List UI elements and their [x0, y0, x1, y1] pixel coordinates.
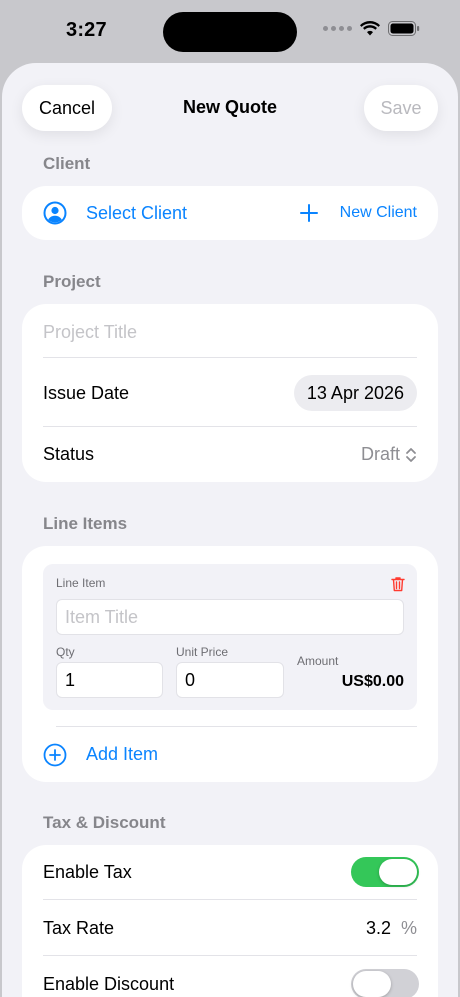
enable-tax-toggle[interactable] [351, 857, 419, 887]
select-client-label: Select Client [86, 202, 188, 223]
line-items-card: Line Item Item Title Qty 1 Unit Price 0 … [22, 546, 438, 782]
enable-discount-label: Enable Discount [43, 973, 175, 994]
add-item-label: Add Item [86, 744, 159, 764]
tax-rate-field[interactable]: 3.2 [366, 918, 391, 939]
item-title-field[interactable]: Item Title [56, 599, 404, 635]
cellular-signal-icon [323, 26, 352, 31]
project-title-field[interactable]: Project Title [43, 312, 417, 352]
tax-rate-unit: % [400, 917, 417, 938]
plus-icon [299, 204, 318, 222]
chevron-up-down-icon [406, 447, 416, 462]
plus-circle-icon [43, 743, 67, 766]
wifi-icon [360, 21, 380, 36]
line-item-label: Line Item [56, 576, 106, 590]
amount-value: US$0.00 [341, 673, 404, 690]
select-client-button[interactable]: Select Client [43, 201, 187, 225]
status-picker[interactable]: Draft [361, 444, 417, 465]
section-header-client: Client [43, 154, 91, 173]
new-client-button[interactable]: New Client [299, 204, 417, 222]
unit-price-label: Unit Price [176, 645, 229, 659]
dynamic-island [163, 12, 297, 52]
client-card: Select Client New Client [22, 186, 438, 240]
enable-tax-label: Enable Tax [43, 862, 132, 882]
amount-label: Amount [297, 654, 339, 668]
project-card: Project Title Issue Date 13 Apr 2026 Sta… [22, 304, 438, 482]
new-quote-sheet: Cancel New Quote Save Client Select Clie… [2, 63, 458, 997]
new-client-label: New Client [339, 204, 417, 221]
section-header-line-items: Line Items [43, 514, 128, 533]
line-item: Line Item Item Title Qty 1 Unit Price 0 … [43, 564, 417, 710]
section-header-tax-discount: Tax & Discount [43, 813, 166, 832]
save-button[interactable]: Save [364, 85, 438, 131]
enable-discount-toggle[interactable] [351, 969, 419, 997]
unit-price-field[interactable]: 0 [176, 662, 284, 698]
tax-discount-card: Enable Tax Tax Rate 3.2 % Enable Discoun… [22, 845, 438, 997]
status-value: Draft [360, 444, 400, 464]
section-header-project: Project [43, 272, 101, 291]
project-title-placeholder: Project Title [43, 321, 138, 342]
person-circle-icon [43, 201, 67, 225]
issue-date-label: Issue Date [43, 382, 130, 403]
toggle-knob [379, 859, 417, 885]
item-title-placeholder: Item Title [65, 606, 139, 627]
qty-field[interactable]: 1 [56, 662, 163, 698]
battery-icon [388, 21, 420, 36]
qty-label: Qty [56, 645, 75, 659]
status-icons [323, 21, 420, 36]
status-time: 3:27 [66, 19, 107, 41]
status-label: Status [43, 444, 95, 464]
trash-icon[interactable] [391, 576, 405, 592]
add-item-button[interactable]: Add Item [43, 727, 417, 782]
issue-date-picker[interactable]: 13 Apr 2026 [293, 375, 417, 411]
toggle-knob [353, 971, 391, 997]
tax-rate-label: Tax Rate [43, 917, 115, 938]
navigation-bar: Cancel New Quote Save [2, 63, 458, 153]
status-bar: 3:27 [0, 0, 460, 62]
